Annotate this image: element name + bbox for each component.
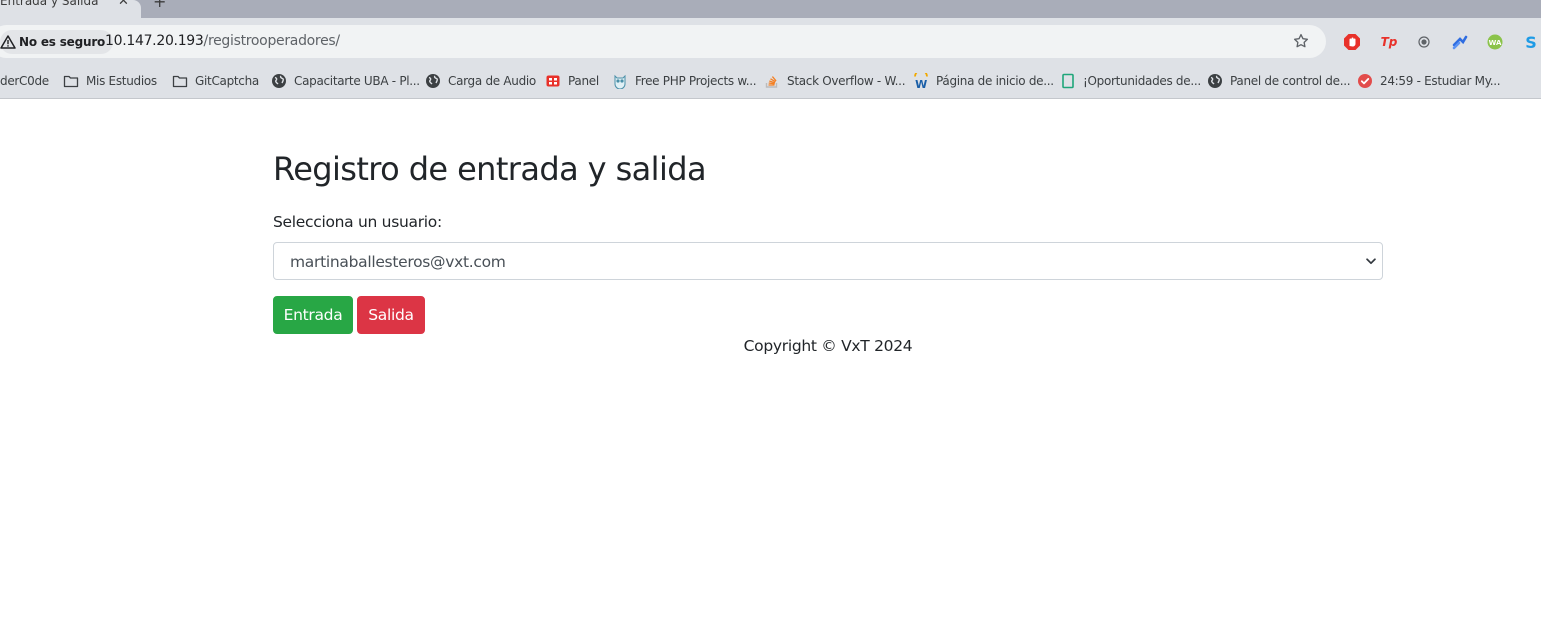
folder-icon (63, 75, 79, 88)
tp-icon[interactable]: Tp (1379, 33, 1399, 51)
bookmark-star-icon[interactable] (1292, 32, 1310, 50)
chevron-down-icon (1366, 258, 1376, 265)
bookmark-carga-audio[interactable]: Carga de Audio (425, 72, 536, 90)
s-extension-icon[interactable]: S (1522, 32, 1540, 52)
bookmark-estudiar[interactable]: 24:59 - Estudiar My... (1357, 72, 1501, 90)
selected-user-value: martinaballesteros@vxt.com (290, 253, 506, 271)
salida-button[interactable]: Salida (357, 296, 425, 334)
stackoverflow-icon (765, 76, 778, 88)
url-host: 10.147.20.193 (105, 33, 204, 49)
bookmark-label: Carga de Audio (448, 74, 536, 88)
wa-label: WA (1489, 39, 1502, 47)
bookmark-panel[interactable]: Panel (545, 72, 599, 90)
s-extension-label: S (1525, 32, 1537, 52)
svg-text:W: W (915, 78, 927, 89)
globe-icon (272, 74, 286, 88)
bookmark-mis-estudios[interactable]: Mis Estudios (63, 72, 157, 90)
owl-icon (614, 74, 626, 89)
bookmark-label: ¡Oportunidades de... (1083, 74, 1201, 88)
url-path: /registrooperadores/ (203, 33, 341, 49)
warning-icon (0, 35, 16, 49)
bookmark-label: Panel (568, 74, 599, 88)
record-icon[interactable] (1415, 33, 1433, 51)
tab-close-icon[interactable]: ✕ (118, 0, 129, 9)
bookmark-label: Página de inicio de... (936, 74, 1054, 88)
user-select[interactable]: martinaballesteros@vxt.com (273, 242, 1383, 280)
globe-icon (426, 74, 440, 88)
active-tab[interactable]: Entrada y Salida ✕ (0, 0, 141, 18)
bookmark-label: Capacitarte UBA - Pl... (294, 74, 420, 88)
url-text[interactable]: 10.147.20.193/registrooperadores/ (105, 33, 340, 49)
adblock-icon[interactable] (1343, 33, 1361, 51)
bookmark-gitcaptcha[interactable]: GitCaptcha (172, 72, 259, 90)
new-tab-icon[interactable]: + (153, 0, 166, 11)
arrow-extension-icon[interactable] (1451, 33, 1469, 51)
bookmark-workana[interactable]: W Página de inicio de... (913, 72, 1054, 90)
security-label: No es seguro (19, 35, 106, 49)
user-select-label: Selecciona un usuario: (273, 213, 442, 231)
tp-label: Tp (1380, 35, 1398, 49)
bookmark-dercode[interactable]: derC0de (0, 72, 49, 90)
tab-title: Entrada y Salida (0, 0, 99, 8)
bookmark-label: GitCaptcha (195, 74, 259, 88)
bookmark-label: Stack Overflow - W... (787, 74, 906, 88)
bookmark-label: Free PHP Projects w... (635, 74, 757, 88)
bookmarks-bar: derC0de Mis Estudios GitCaptcha Capacita… (0, 64, 1541, 99)
folder-icon (172, 75, 188, 88)
bookmark-label: 24:59 - Estudiar My... (1380, 74, 1501, 88)
bookmark-label: derC0de (0, 74, 49, 88)
bookmark-oportunidades[interactable]: ¡Oportunidades de... (1060, 72, 1201, 90)
security-chip[interactable]: No es seguro (0, 30, 114, 54)
doc-icon (1062, 73, 1074, 89)
bookmark-label: Panel de control de... (1230, 74, 1351, 88)
bookmark-label: Mis Estudios (86, 74, 157, 88)
bookmark-panel-control[interactable]: Panel de control de... (1207, 72, 1351, 90)
footer-copyright: Copyright © VxT 2024 (743, 337, 913, 355)
panel-icon (546, 75, 560, 87)
wa-icon[interactable]: WA (1486, 33, 1504, 51)
tab-strip: Entrada y Salida ✕ + (0, 0, 1541, 18)
bookmark-free-php[interactable]: Free PHP Projects w... (612, 72, 757, 90)
bookmark-stack-overflow[interactable]: Stack Overflow - W... (764, 72, 906, 90)
page-title: Registro de entrada y salida (273, 150, 707, 188)
workana-icon: W (914, 73, 928, 89)
entrada-button[interactable]: Entrada (273, 296, 353, 334)
check-icon (1358, 74, 1372, 88)
bookmark-capacitarte[interactable]: Capacitarte UBA - Pl... (271, 72, 420, 90)
globe-icon (1208, 74, 1222, 88)
